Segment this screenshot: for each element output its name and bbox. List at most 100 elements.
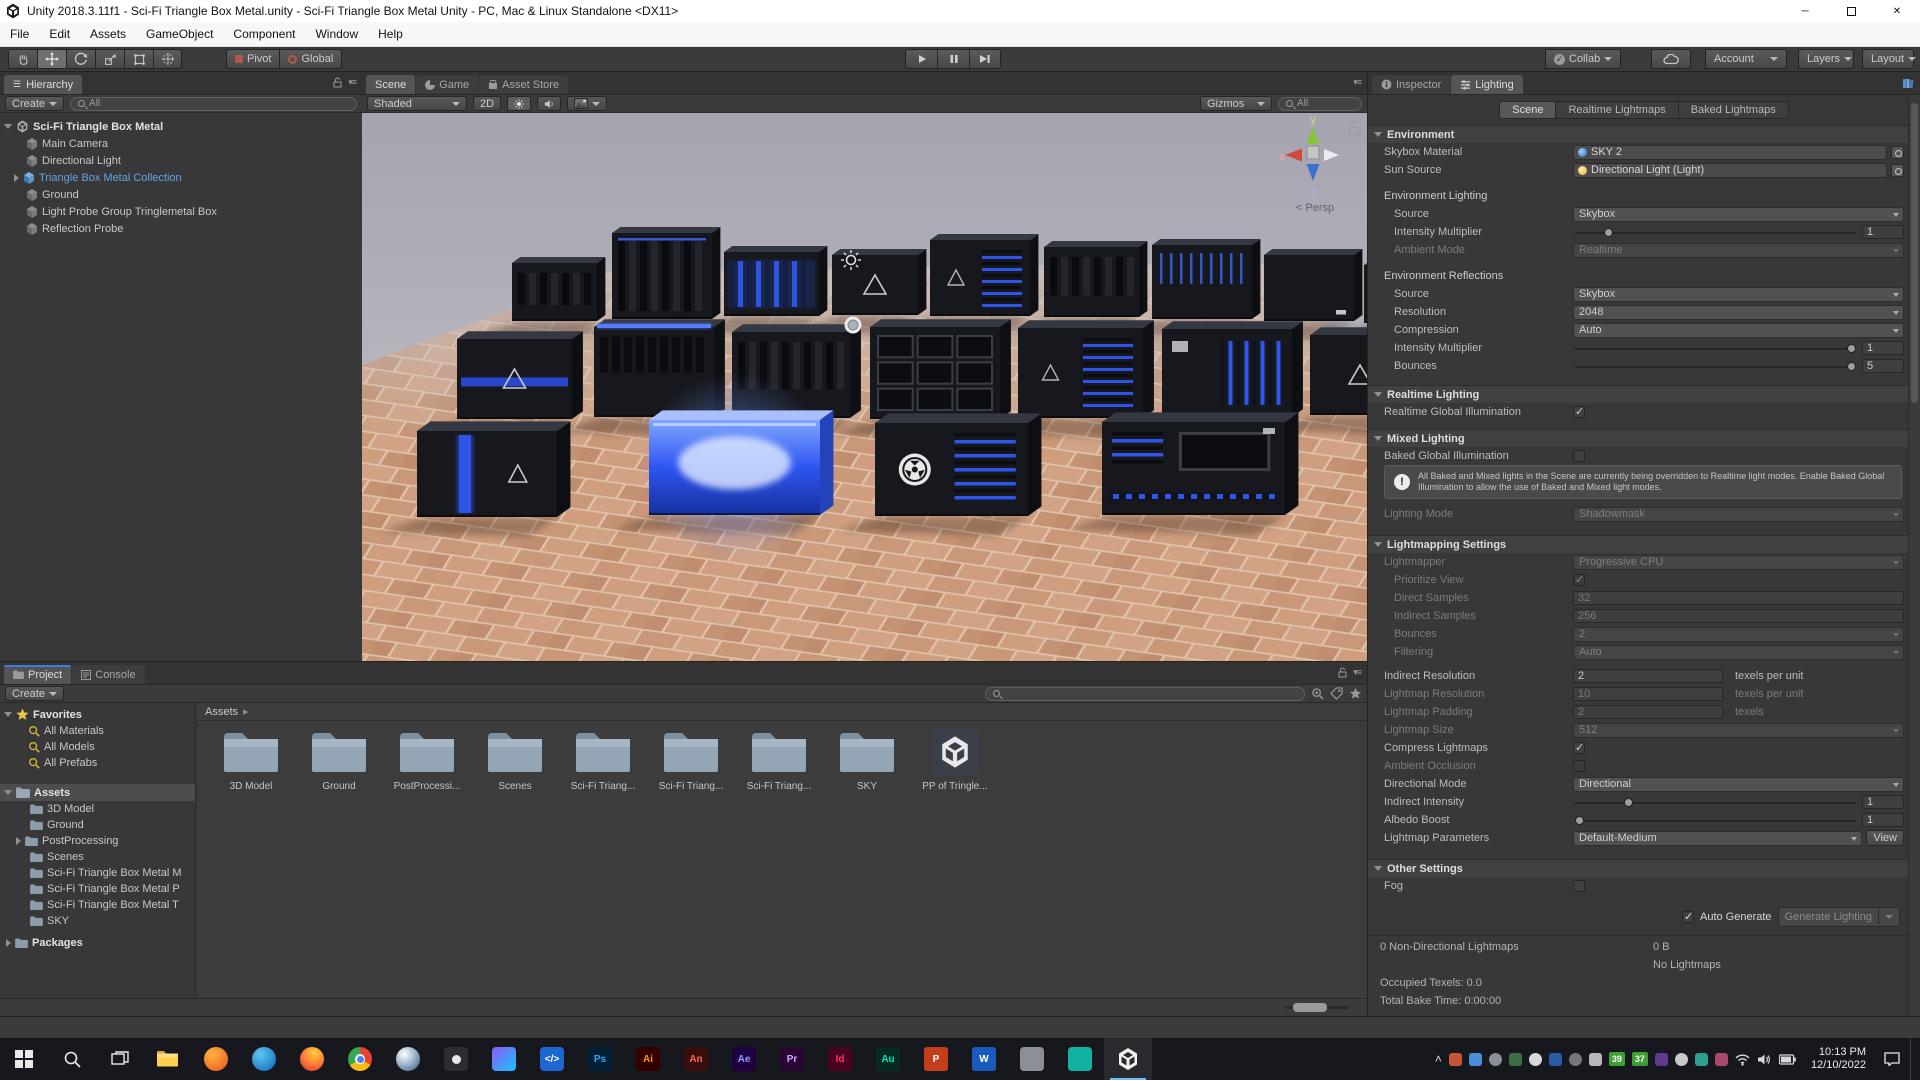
menu-help[interactable]: Help (368, 22, 413, 47)
view-button[interactable]: View (1866, 830, 1904, 846)
scale-tool-button[interactable] (95, 49, 124, 69)
albedo-boost-value[interactable]: 1 (1862, 813, 1904, 827)
close-button[interactable]: ✕ (1874, 0, 1920, 22)
menu-component[interactable]: Component (223, 22, 305, 47)
favorite-all-materials[interactable]: All Materials (0, 722, 195, 739)
search-by-label-icon[interactable] (1330, 687, 1343, 700)
word-icon[interactable]: W (960, 1038, 1008, 1080)
er-intensity-slider[interactable] (1573, 341, 1858, 355)
ambient-occlusion-checkbox[interactable] (1573, 760, 1585, 772)
direct-samples-field[interactable]: 32 (1573, 591, 1904, 605)
tab-asset-store[interactable]: Asset Store (479, 75, 568, 94)
chrome-icon[interactable] (336, 1038, 384, 1080)
section-mixed-lighting[interactable]: Mixed Lighting (1368, 429, 1908, 447)
hierarchy-create-button[interactable]: Create (5, 96, 64, 111)
favorite-all-prefabs[interactable]: All Prefabs (0, 754, 195, 771)
lightmap-resolution-field[interactable]: 10 (1573, 687, 1723, 701)
prioritize-view-checkbox[interactable] (1573, 574, 1585, 586)
hierarchy-item-light-probe-group[interactable]: Light Probe Group Tringlemetal Box (0, 203, 362, 220)
filtering-dropdown[interactable]: Auto (1573, 645, 1904, 660)
er-intensity-value[interactable]: 1 (1862, 341, 1904, 355)
subtab-scene[interactable]: Scene (1499, 101, 1555, 119)
panel-menu-icon[interactable]: ▾≡ (1353, 77, 1361, 88)
pause-button[interactable] (937, 49, 969, 69)
layout-dropdown[interactable]: Layout (1862, 49, 1914, 69)
folder-item[interactable]: Scenes (473, 729, 557, 792)
favorite-star-icon[interactable] (1349, 687, 1362, 700)
tray-icon[interactable] (1449, 1053, 1462, 1066)
menu-assets[interactable]: Assets (80, 22, 136, 47)
tray-icon[interactable] (1695, 1053, 1708, 1066)
scene-search-input[interactable]: All (1278, 97, 1362, 111)
tab-game[interactable]: Game (416, 75, 478, 94)
app-blue-icon[interactable]: </> (528, 1038, 576, 1080)
subtab-baked-lightmaps[interactable]: Baked Lightmaps (1678, 101, 1789, 119)
app-gray-icon[interactable] (1008, 1038, 1056, 1080)
hierarchy-item-main-camera[interactable]: Main Camera (0, 135, 362, 152)
audition-icon[interactable]: Au (864, 1038, 912, 1080)
panel-menu-icon[interactable]: ▾≡ (348, 77, 356, 88)
move-tool-button[interactable] (37, 49, 66, 69)
hierarchy-item-directional-light[interactable]: Directional Light (0, 152, 362, 169)
albedo-boost-slider[interactable] (1573, 813, 1858, 827)
rect-tool-button[interactable] (124, 49, 153, 69)
tab-hierarchy[interactable]: ☰Hierarchy (4, 75, 82, 94)
probe-gizmo-icon[interactable] (845, 317, 862, 334)
panel-icon[interactable] (1902, 77, 1914, 89)
tab-project[interactable]: Project (4, 665, 71, 684)
start-button[interactable] (0, 1038, 48, 1080)
auto-generate-checkbox[interactable] (1682, 911, 1694, 923)
skybox-material-field[interactable]: SKY 2 (1573, 145, 1887, 160)
firefox-icon[interactable] (288, 1038, 336, 1080)
menu-window[interactable]: Window (305, 22, 368, 47)
tree-scifi-textures[interactable]: Sci-Fi Triangle Box Metal T (0, 896, 195, 913)
tray-chevron-icon[interactable]: ˄ (1435, 1052, 1442, 1066)
scene-viewport[interactable]: y x z < Persp (362, 113, 1367, 661)
generate-lighting-button[interactable]: Generate Lighting (1778, 907, 1900, 927)
tray-icon[interactable] (1655, 1053, 1668, 1066)
menu-gameobject[interactable]: GameObject (136, 22, 223, 47)
favorites-root[interactable]: Favorites (0, 706, 195, 723)
hierarchy-search-input[interactable]: All (70, 97, 357, 111)
realtime-gi-checkbox[interactable] (1573, 406, 1585, 418)
indirect-samples-field[interactable]: 256 (1573, 609, 1904, 623)
tab-lighting[interactable]: Lighting (1451, 75, 1523, 94)
tray-icon[interactable] (1489, 1053, 1502, 1066)
tree-3d-model[interactable]: 3D Model (0, 800, 195, 817)
lightmap-size-dropdown[interactable]: 512 (1573, 723, 1904, 738)
folder-item[interactable]: Sci-Fi Triang... (649, 729, 733, 792)
tray-icon[interactable] (1715, 1053, 1728, 1066)
animate-icon[interactable]: An (672, 1038, 720, 1080)
compress-lightmaps-checkbox[interactable] (1573, 742, 1585, 754)
hand-tool-button[interactable] (8, 49, 37, 69)
app-teal-icon[interactable] (1056, 1038, 1104, 1080)
object-picker-icon[interactable] (1891, 164, 1904, 177)
hierarchy-item-ground[interactable]: Ground (0, 186, 362, 203)
object-picker-icon[interactable] (1891, 146, 1904, 159)
tray-icon[interactable] (1569, 1053, 1582, 1066)
er-bounces-value[interactable]: 5 (1862, 359, 1904, 373)
section-other-settings[interactable]: Other Settings (1368, 859, 1908, 877)
folder-item[interactable]: Sci-Fi Triang... (737, 729, 821, 792)
show-desktop-button[interactable] (1910, 1038, 1916, 1080)
lock-icon[interactable] (333, 77, 342, 88)
unity-taskbar-icon[interactable] (1104, 1038, 1152, 1080)
lighting-mode-dropdown[interactable]: Shadowmask (1573, 507, 1904, 522)
2d-toggle[interactable]: 2D (473, 96, 501, 111)
lm-bounces-dropdown[interactable]: 2 (1573, 627, 1904, 642)
scene-lighting-toggle[interactable] (507, 96, 531, 111)
lock-icon[interactable] (1338, 667, 1347, 678)
foldout-icon[interactable] (14, 174, 19, 182)
volume-icon[interactable] (1757, 1053, 1772, 1066)
tree-sky[interactable]: SKY (0, 912, 195, 929)
temp-badge-2[interactable]: 37 (1632, 1052, 1648, 1066)
tree-packages[interactable]: Packages (0, 934, 195, 951)
browser-ball-icon[interactable] (384, 1038, 432, 1080)
shading-mode-dropdown[interactable]: Shaded (367, 96, 467, 111)
indirect-intensity-slider[interactable] (1573, 795, 1858, 809)
gizmos-dropdown[interactable]: Gizmos (1200, 96, 1272, 111)
inspector-scrollbar[interactable] (1908, 95, 1920, 1016)
subtab-realtime-lightmaps[interactable]: Realtime Lightmaps (1555, 101, 1677, 119)
lightmap-parameters-dropdown[interactable]: Default-Medium (1573, 831, 1862, 846)
hierarchy-item-reflection-probe[interactable]: Reflection Probe (0, 220, 362, 237)
